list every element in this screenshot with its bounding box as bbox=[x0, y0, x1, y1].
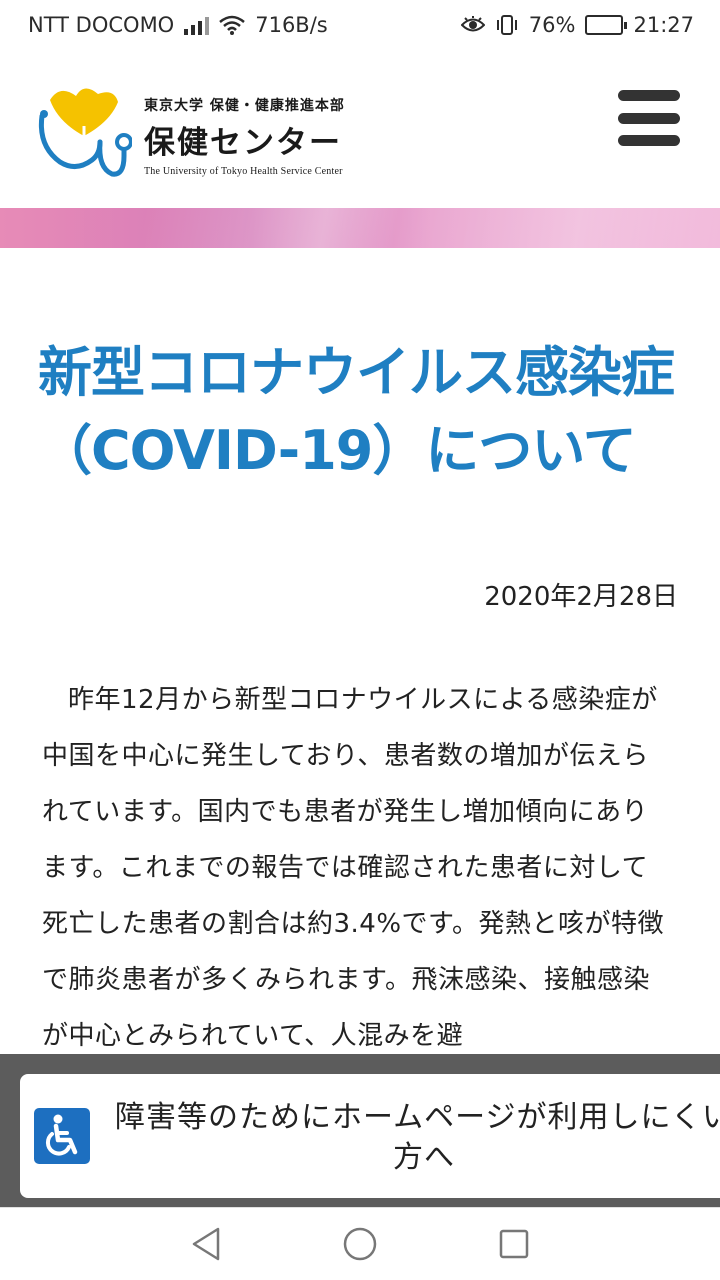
menu-bar bbox=[618, 135, 680, 146]
site-header: 東京大学 保健・健康推進本部 保健センター The University of … bbox=[0, 50, 720, 208]
wheelchair-icon bbox=[34, 1108, 90, 1164]
eye-comfort-icon bbox=[460, 16, 485, 34]
signal-icon bbox=[184, 15, 210, 35]
hamburger-menu-icon[interactable] bbox=[616, 88, 682, 148]
accessibility-bar: 障害等のためにホームページが利用しにくい方へ bbox=[0, 1054, 720, 1207]
page-title: 新型コロナウイルス感染症（COVID-19）について bbox=[38, 341, 675, 482]
wifi-icon bbox=[219, 15, 246, 35]
system-nav-bar bbox=[0, 1207, 720, 1280]
status-bar: NTT DOCOMO 716B/s 76% 21:27 bbox=[0, 0, 720, 50]
org-subtitle: 東京大学 保健・健康推進本部 bbox=[144, 98, 345, 114]
site-logo-text[interactable]: 東京大学 保健・健康推進本部 保健センター The University of … bbox=[144, 95, 345, 177]
recents-square-icon[interactable] bbox=[496, 1226, 532, 1262]
home-circle-icon[interactable] bbox=[342, 1226, 378, 1262]
network-speed: 716B/s bbox=[255, 13, 328, 37]
back-triangle-icon[interactable] bbox=[188, 1226, 224, 1262]
vibrate-icon bbox=[495, 14, 519, 36]
clock: 21:27 bbox=[633, 13, 694, 37]
battery-icon bbox=[585, 15, 628, 35]
header-banner bbox=[0, 208, 720, 248]
battery-percent: 76% bbox=[528, 13, 576, 37]
accessibility-link-button[interactable]: 障害等のためにホームページが利用しにくい方へ bbox=[20, 1074, 720, 1198]
menu-bar bbox=[618, 112, 680, 124]
ginkgo-logo-icon[interactable] bbox=[36, 86, 133, 190]
menu-bar bbox=[618, 90, 680, 101]
accessibility-link-label: 障害等のためにホームページが利用しにくい方へ bbox=[115, 1100, 720, 1175]
article-body: 昨年12月から新型コロナウイルスによる感染症が中国を中心に発生しており、患者数の… bbox=[42, 685, 664, 1051]
publish-date: 2020年2月28日 bbox=[484, 582, 678, 612]
carrier-name: NTT DOCOMO bbox=[28, 13, 175, 37]
org-english-name: The University of Tokyo Health Service C… bbox=[144, 166, 343, 177]
org-name: 保健センター bbox=[144, 125, 342, 161]
